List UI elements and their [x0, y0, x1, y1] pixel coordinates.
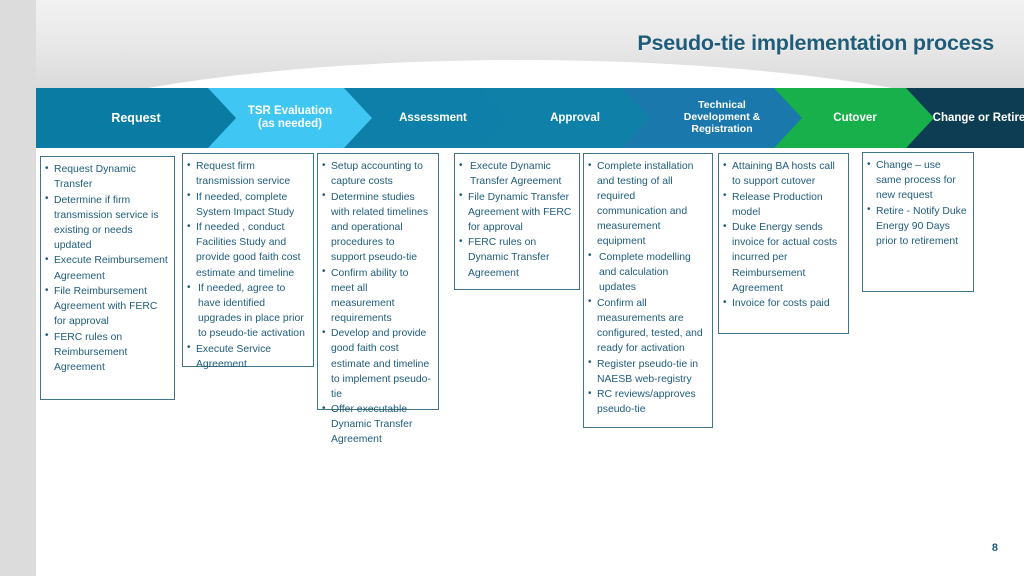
bullet-item: If needed, agree to have identified upgr… — [187, 281, 307, 341]
bullet-item: Confirm all measurements are configured,… — [588, 295, 706, 356]
detail-box-approval: Execute Dynamic Transfer AgreementFile D… — [454, 153, 580, 290]
bullet-item: Change – use same process for new reques… — [867, 157, 967, 203]
bullet-item: Offer executable Dynamic Transfer Agreem… — [322, 402, 432, 447]
bullet-item: Execute Service Agreement — [187, 341, 307, 372]
bullet-list-tsr-evaluation: Request firm transmission serviceIf need… — [187, 158, 307, 372]
bullet-item: Complete modelling and calculation updat… — [588, 249, 706, 295]
bullet-item: Determine if firm transmission service i… — [45, 192, 168, 253]
detail-box-technical-development-registration: Complete installation and testing of all… — [583, 153, 713, 428]
bullet-item: Invoice for costs paid — [723, 296, 842, 311]
process-chevron-band: Request TSR Evaluation (as needed) Assessme… — [36, 88, 1024, 148]
bullet-item: Request Dynamic Transfer — [45, 161, 168, 192]
detail-box-request: Request Dynamic TransferDetermine if fir… — [40, 156, 175, 400]
detail-box-cutover: Attaining BA hosts call to support cutov… — [718, 153, 849, 334]
bullet-list-change-or-retire: Change – use same process for new reques… — [867, 157, 967, 249]
bullet-item: File Reimbursement Agreement with FERC f… — [45, 284, 168, 329]
process-stage-cutover-label-line1: Cutover — [833, 111, 877, 124]
bullet-item: Complete installation and testing of all… — [588, 158, 706, 249]
page-number: 8 — [991, 542, 998, 554]
bullet-item: Determine studies with related timelines… — [322, 189, 432, 265]
slide-canvas: Pseudo-tie implementation process Reques… — [0, 0, 1024, 576]
bullet-item: Retire - Notify Duke Energy 90 Days prio… — [867, 203, 967, 249]
bullet-list-approval: Execute Dynamic Transfer AgreementFile D… — [459, 158, 573, 281]
bullet-item: Duke Energy sends invoice for actual cos… — [723, 220, 842, 295]
process-stage-tsr-evaluation-label-line2: (as needed) — [258, 118, 322, 130]
bullet-item: Setup accounting to capture costs — [322, 158, 432, 189]
process-stage-tsr-evaluation-label-line1: TSR Evaluation — [247, 105, 333, 118]
bullet-item: RC reviews/approves pseudo-tie — [588, 387, 706, 417]
detail-box-change-or-retire: Change – use same process for new reques… — [862, 152, 974, 292]
bullet-item: Execute Reimbursement Agreement — [45, 253, 168, 283]
bullet-item: If needed , conduct Facilities Study and… — [187, 220, 307, 280]
bullet-item: Execute Dynamic Transfer Agreement — [459, 158, 573, 189]
bullet-item: If needed, complete System Impact Study — [187, 189, 307, 220]
process-stage-assessment-label-line1: Assessment — [399, 111, 467, 124]
process-stage-change-or-retire-label-line1: Change or Retire — [932, 111, 1024, 124]
bullet-item: File Dynamic Transfer Agreement with FER… — [459, 189, 573, 235]
bullet-item: Request firm transmission service — [187, 158, 307, 189]
bullet-item: Register pseudo-tie in NAESB web-registr… — [588, 356, 706, 387]
left-gray-band — [0, 0, 36, 576]
bullet-list-assessment: Setup accounting to capture costsDetermi… — [322, 158, 432, 447]
bullet-item: FERC rules on Reimbursement Agreement — [45, 329, 168, 375]
process-stage-technical-development-registration-label-line3: Registration — [691, 122, 753, 135]
bullet-item: Attaining BA hosts call to support cutov… — [723, 158, 842, 189]
process-stage-request[interactable]: Request — [36, 88, 236, 148]
detail-box-assessment: Setup accounting to capture costsDetermi… — [317, 153, 439, 445]
bullet-list-cutover: Attaining BA hosts call to support cutov… — [723, 158, 842, 311]
bullet-item: Confirm ability to meet all measurement … — [322, 265, 432, 326]
bullet-list-technical-development-registration: Complete installation and testing of all… — [588, 158, 706, 417]
process-stage-request-label-line1: Request — [111, 111, 161, 125]
bullet-item: Release Production model — [723, 189, 842, 220]
page-title: Pseudo-tie implementation process — [637, 31, 994, 55]
process-stage-approval-label-line1: Approval — [550, 111, 600, 124]
bullet-item: FERC rules on Dynamic Transfer Agreement — [459, 235, 573, 280]
detail-box-tsr-evaluation: Request firm transmission serviceIf need… — [182, 153, 314, 370]
bullet-item: Develop and provide good faith cost esti… — [322, 326, 432, 401]
bullet-list-request: Request Dynamic TransferDetermine if fir… — [45, 161, 168, 375]
